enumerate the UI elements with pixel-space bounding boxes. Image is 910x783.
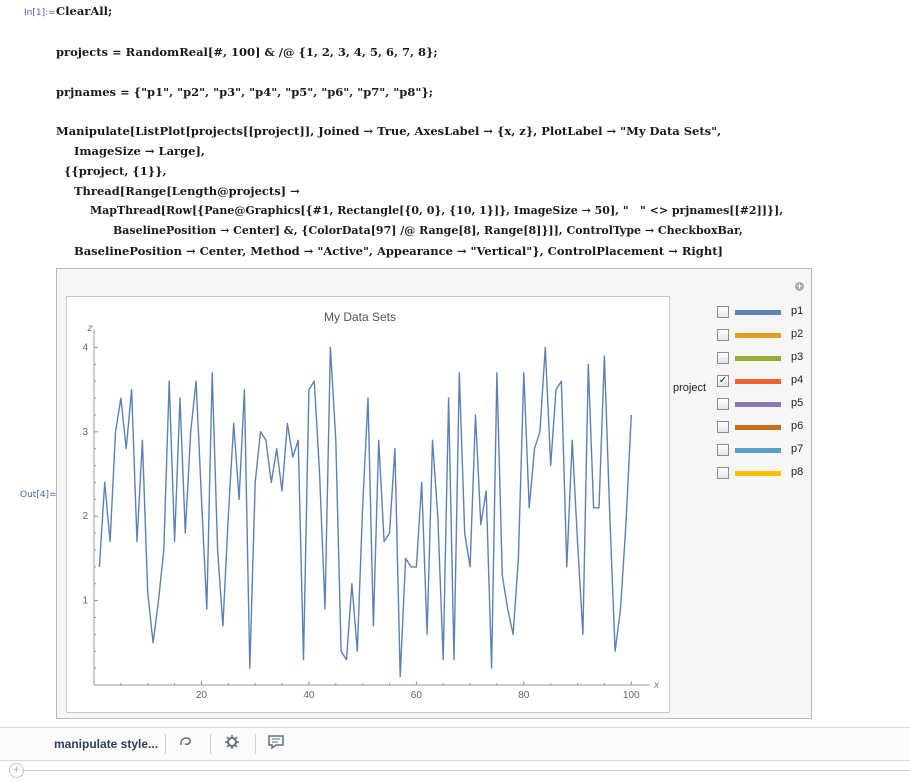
- checkbox-row-p3[interactable]: p3: [717, 351, 817, 366]
- code-line-4[interactable]: Manipulate[ListPlot[projects[[project]],…: [56, 124, 721, 138]
- toolbar-divider: [255, 734, 256, 754]
- x-tick-label: 60: [411, 690, 423, 701]
- checkbox-p5[interactable]: [717, 398, 729, 410]
- checkbox-p3[interactable]: [717, 352, 729, 364]
- checkbox-p2[interactable]: [717, 329, 729, 341]
- y-tick-label: 4: [82, 342, 88, 353]
- color-swatch-p5: [735, 402, 781, 407]
- y-axis-label: z: [87, 323, 93, 334]
- toolbar-divider: [210, 734, 211, 754]
- manipulate-style-button[interactable]: manipulate style...: [54, 737, 158, 751]
- code-line-8[interactable]: MapThread[Row[{Pane@Graphics[{#1, Rectan…: [90, 204, 783, 218]
- y-tick-label: 3: [82, 427, 88, 438]
- checkbox-label-p2: p2: [791, 328, 804, 340]
- checkbox-row-p8[interactable]: p8: [717, 466, 817, 481]
- y-tick-label: 2: [82, 511, 88, 522]
- checkbox-row-p7[interactable]: p7: [717, 443, 817, 458]
- code-line-1[interactable]: ClearAll;: [56, 4, 112, 18]
- x-tick-label: 20: [196, 690, 208, 701]
- code-line-7[interactable]: Thread[Range[Length@projects] →: [74, 184, 300, 198]
- checkbox-row-p5[interactable]: p5: [717, 397, 817, 412]
- checkbox-label-p7: p7: [791, 443, 804, 455]
- manipulate-panel: + My Data Sets x z 20 40 60 80 100 1 2 3 4 project …: [56, 268, 812, 719]
- comment-icon[interactable]: [266, 734, 286, 754]
- iterate-icon[interactable]: [176, 734, 196, 754]
- series-line-0: [98, 346, 632, 678]
- code-line-9[interactable]: BaselinePosition → Center] &, {ColorData…: [113, 224, 743, 238]
- checkbox-p7[interactable]: [717, 444, 729, 456]
- checkbox-label-p8: p8: [791, 466, 804, 478]
- code-line-6[interactable]: {{project, {1}},: [64, 164, 167, 178]
- suggestions-toolbar: manipulate style...: [0, 727, 910, 761]
- checkbox-p8[interactable]: [717, 467, 729, 479]
- checkbox-label-p3: p3: [791, 351, 804, 363]
- code-line-2[interactable]: projects = RandomReal[#, 100] & /@ {1, 2…: [56, 45, 438, 59]
- color-swatch-p8: [735, 471, 781, 476]
- checkbox-label-p1: p1: [791, 305, 804, 317]
- x-axis-label: x: [653, 680, 660, 691]
- color-swatch-p4: [735, 379, 781, 384]
- plot-frame: My Data Sets x z 20 40 60 80 100 1 2 3 4: [66, 296, 670, 713]
- plus-icon[interactable]: +: [795, 282, 804, 291]
- checkbox-p4[interactable]: ✓: [717, 375, 729, 387]
- checkbox-label-p5: p5: [791, 397, 804, 409]
- color-swatch-p1: [735, 310, 781, 315]
- checkbox-p1[interactable]: [717, 306, 729, 318]
- x-tick-label: 80: [518, 690, 530, 701]
- color-swatch-p3: [735, 356, 781, 361]
- plot-title: My Data Sets: [324, 310, 396, 324]
- code-line-10[interactable]: BaselinePosition → Center, Method → "Act…: [74, 244, 723, 258]
- color-swatch-p7: [735, 448, 781, 453]
- list-plot: My Data Sets x z 20 40 60 80 100 1 2 3 4: [82, 310, 660, 701]
- code-line-5[interactable]: ImageSize → Large],: [74, 144, 205, 158]
- color-swatch-p2: [735, 333, 781, 338]
- project-control-label: project: [673, 382, 707, 394]
- x-tick-label: 40: [303, 690, 315, 701]
- input-cell-label: In[1]:=: [24, 8, 56, 18]
- checkbox-row-p4[interactable]: ✓ p4: [717, 374, 817, 389]
- output-cell-label: Out[4]=: [20, 490, 57, 500]
- x-tick-label: 100: [623, 690, 640, 701]
- cell-insertion-line: [22, 770, 910, 771]
- toolbar-divider: [165, 734, 166, 754]
- checkbox-label-p4: p4: [791, 374, 804, 386]
- checkbox-row-p1[interactable]: p1: [717, 305, 817, 320]
- y-tick-label: 1: [82, 596, 88, 607]
- checkbox-row-p6[interactable]: p6: [717, 420, 817, 435]
- checkbox-label-p6: p6: [791, 420, 804, 432]
- code-line-3[interactable]: prjnames = {"p1", "p2", "p3", "p4", "p5"…: [56, 85, 433, 99]
- color-swatch-p6: [735, 425, 781, 430]
- gear-icon[interactable]: [222, 734, 242, 754]
- checkbox-p6[interactable]: [717, 421, 729, 433]
- checkbox-row-p2[interactable]: p2: [717, 328, 817, 343]
